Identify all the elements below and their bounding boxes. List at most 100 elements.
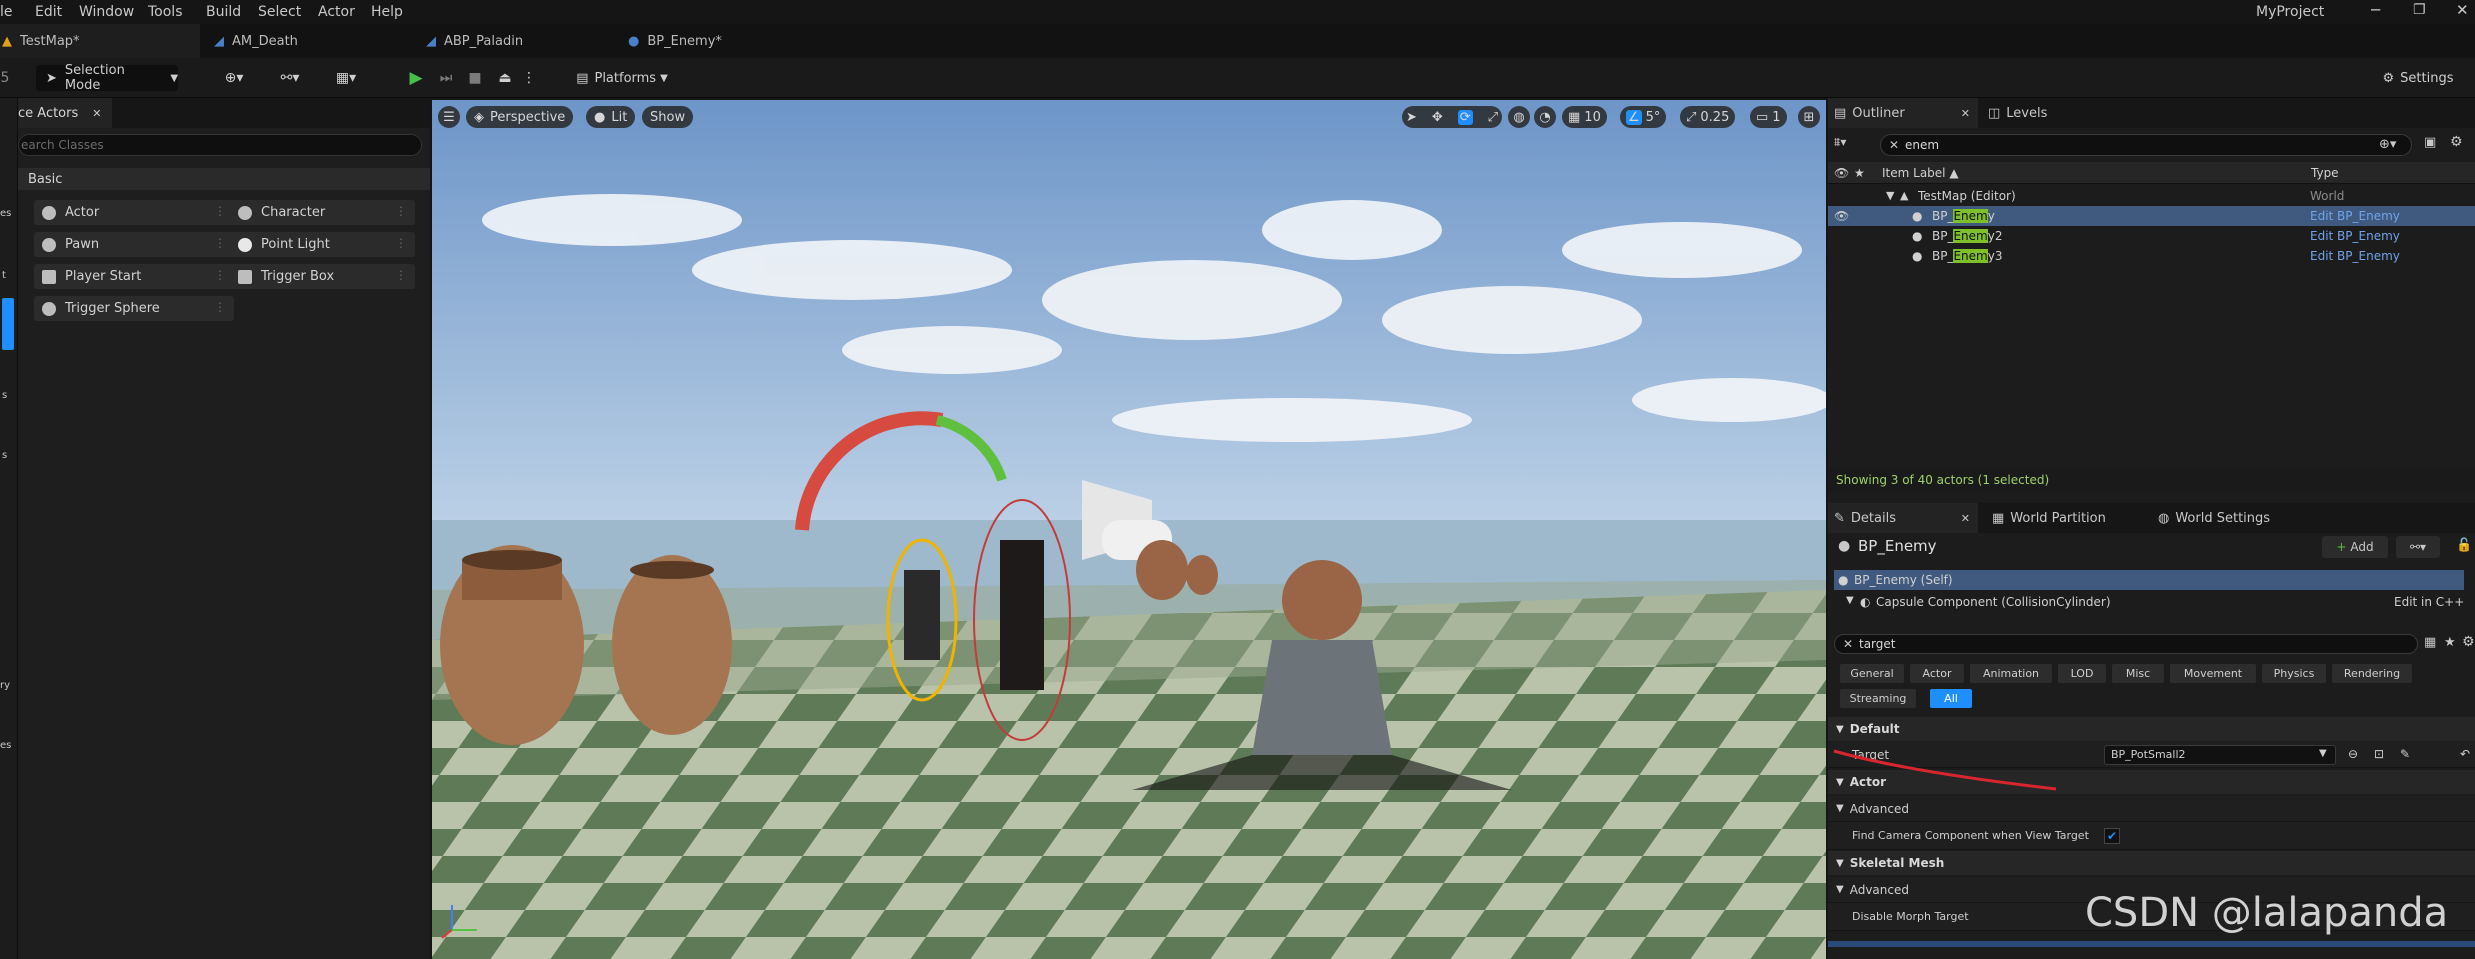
category-lod[interactable]: LOD (2058, 664, 2106, 683)
category-general[interactable]: General (1840, 664, 1904, 683)
category-streaming[interactable]: Streaming (1840, 689, 1916, 708)
advanced-row[interactable]: ▼ Advanced (1828, 796, 2475, 822)
edit-blueprint-link[interactable]: Edit BP_Enemy (2310, 209, 2400, 223)
column-item-label[interactable]: Item Label ▲ (1882, 166, 1959, 180)
tab-world-partition[interactable]: ▦ World Partition (1992, 503, 2142, 533)
category-rendering[interactable]: Rendering (2332, 664, 2412, 683)
expand-chevron-icon[interactable]: ▼ (1846, 595, 1854, 606)
strip-label[interactable]: s (2, 390, 7, 401)
edit-cpp-link[interactable]: Edit in C++ (2394, 595, 2464, 609)
drag-handle-icon[interactable]: ⋮ (214, 300, 226, 314)
category-misc[interactable]: Misc (2112, 664, 2164, 683)
actor-item-actor[interactable]: Actor ⋮ (34, 200, 234, 225)
edit-blueprint-link[interactable]: Edit BP_Enemy (2310, 229, 2400, 243)
play-button[interactable]: ▶ (405, 65, 427, 91)
favorites-icon[interactable]: ★ (2444, 635, 2456, 650)
expand-chevron-icon[interactable]: ▼ (1886, 189, 1894, 202)
table-row[interactable]: ● BP_Enemy2 Edit BP_Enemy (1828, 226, 2475, 246)
category-actor[interactable]: Actor (1910, 664, 1964, 683)
stop-button[interactable]: ■ (464, 65, 486, 91)
menu-edit[interactable]: Edit (35, 4, 62, 20)
strip-label[interactable]: t (2, 270, 6, 281)
skip-button[interactable]: ⏭ (435, 65, 457, 91)
settings-button[interactable]: ⚙ Settings (2370, 65, 2466, 91)
menu-window[interactable]: Window (79, 4, 134, 20)
close-icon[interactable]: ✕ (92, 107, 101, 120)
component-row[interactable]: ▼ ◐ Capsule Component (CollisionCylinder… (1834, 592, 2464, 612)
strip-label[interactable]: es (0, 740, 11, 751)
menu-select[interactable]: Select (258, 4, 301, 20)
tab-testmap[interactable]: ▲ TestMap* (0, 24, 200, 58)
eye-icon[interactable]: 👁 (1834, 209, 1849, 223)
drag-handle-icon[interactable]: ⋮ (214, 236, 226, 250)
gear-icon[interactable]: ⚙ (2450, 134, 2463, 150)
menu-file[interactable]: le (0, 4, 13, 20)
surface-snap-toggle[interactable]: ◔ (1534, 106, 1556, 128)
tab-levels[interactable]: ◫ Levels (1988, 98, 2108, 128)
active-mode-indicator[interactable] (2, 298, 14, 350)
visibility-column-icon[interactable]: 👁 (1834, 166, 1849, 180)
outliner-search-input[interactable]: ✕ enem ⊕▾ (1880, 134, 2412, 156)
eject-button[interactable]: ⏏ (494, 65, 516, 91)
play-options-button[interactable]: ⋮ (522, 65, 536, 91)
section-header-basic[interactable]: Basic (18, 168, 430, 190)
grid-snap-button[interactable]: ▦ 10 (1562, 106, 1607, 128)
pin-column-icon[interactable]: ★ (1854, 166, 1865, 180)
add-content-button[interactable]: ⊕▾ (214, 65, 254, 91)
tab-details[interactable]: ✎ Details ✕ (1828, 503, 1978, 533)
actor-item-trigger-sphere[interactable]: Trigger Sphere ⋮ (34, 296, 234, 321)
lock-icon[interactable]: 🔓 (2456, 538, 2472, 553)
clear-search-icon[interactable]: ✕ (1843, 637, 1853, 651)
save-icon[interactable]: 5 (0, 65, 10, 91)
section-skeletal-mesh[interactable]: ▼ Skeletal Mesh (1828, 851, 2475, 875)
browse-icon[interactable]: ⊖ (2348, 747, 2358, 761)
menu-build[interactable]: Build (206, 4, 241, 20)
component-row-self[interactable]: ● BP_Enemy (Self) (1834, 570, 2464, 590)
scale-icon[interactable]: ⤢ (1488, 110, 1498, 125)
rotate-icon[interactable]: ⟳ (1457, 109, 1473, 125)
table-view-icon[interactable]: ▦ (2424, 635, 2436, 650)
minimize-icon[interactable]: ─ (2371, 1, 2380, 19)
drag-handle-icon[interactable]: ⋮ (395, 268, 407, 282)
tab-world-settings[interactable]: ◍ World Settings (2158, 503, 2308, 533)
actor-item-trigger-box[interactable]: Trigger Box ⋮ (230, 264, 415, 289)
drag-handle-icon[interactable]: ⋮ (395, 236, 407, 250)
tab-outliner[interactable]: ▤ Outliner ✕ (1828, 98, 1978, 128)
use-selected-icon[interactable]: ⊡ (2374, 747, 2384, 761)
menu-tools[interactable]: Tools (148, 4, 183, 20)
table-row[interactable]: ● BP_Enemy3 Edit BP_Enemy (1828, 246, 2475, 266)
actor-item-character[interactable]: Character ⋮ (230, 200, 415, 225)
clear-search-icon[interactable]: ✕ (1889, 138, 1899, 152)
scale-snap-button[interactable]: ⤢ 0.25 (1680, 106, 1736, 128)
category-physics[interactable]: Physics (2262, 664, 2326, 683)
close-icon[interactable]: ✕ (1961, 512, 1970, 525)
blueprint-options-button[interactable]: ⚯▾ (2396, 536, 2440, 558)
category-all[interactable]: All (1930, 689, 1972, 708)
add-filter-icon[interactable]: ⊕▾ (2379, 137, 2396, 152)
add-component-button[interactable]: + Add (2322, 536, 2388, 558)
find-camera-checkbox[interactable]: ✔ (2104, 828, 2120, 844)
rotation-snap-button[interactable]: ∠ 5° (1620, 106, 1667, 128)
show-dropdown[interactable]: Show (642, 106, 694, 128)
drag-handle-icon[interactable]: ⋮ (214, 268, 226, 282)
tab-place-actors[interactable]: ce Actors ✕ (18, 98, 112, 128)
tab-abp-paladin[interactable]: ◢ ABP_Paladin (414, 24, 614, 58)
table-row-selected[interactable]: 👁 ● BP_Enemy Edit BP_Enemy (1828, 206, 2475, 226)
strip-label[interactable]: es (0, 208, 11, 219)
close-icon[interactable]: ✕ (1961, 107, 1970, 120)
perspective-dropdown[interactable]: ◈ Perspective (466, 106, 574, 128)
drag-handle-icon[interactable]: ⋮ (214, 204, 226, 218)
filter-icon[interactable]: ⩩▾ (1834, 135, 1862, 155)
scene-render[interactable] (432, 100, 1826, 959)
category-movement[interactable]: Movement (2170, 664, 2256, 683)
actor-item-pawn[interactable]: Pawn ⋮ (34, 232, 234, 257)
viewport-menu-button[interactable]: ☰ (438, 106, 460, 128)
category-animation[interactable]: Animation (1970, 664, 2052, 683)
new-folder-icon[interactable]: ▣ (2424, 135, 2436, 150)
tab-bp-enemy[interactable]: ● BP_Enemy* (616, 24, 816, 58)
world-local-toggle[interactable]: ◍ (1508, 106, 1530, 128)
edit-blueprint-link[interactable]: Edit BP_Enemy (2310, 249, 2400, 263)
reset-icon[interactable]: ↶ (2460, 747, 2470, 761)
blueprint-menu-button[interactable]: ⚯▾ (270, 65, 310, 91)
menu-help[interactable]: Help (371, 4, 403, 20)
